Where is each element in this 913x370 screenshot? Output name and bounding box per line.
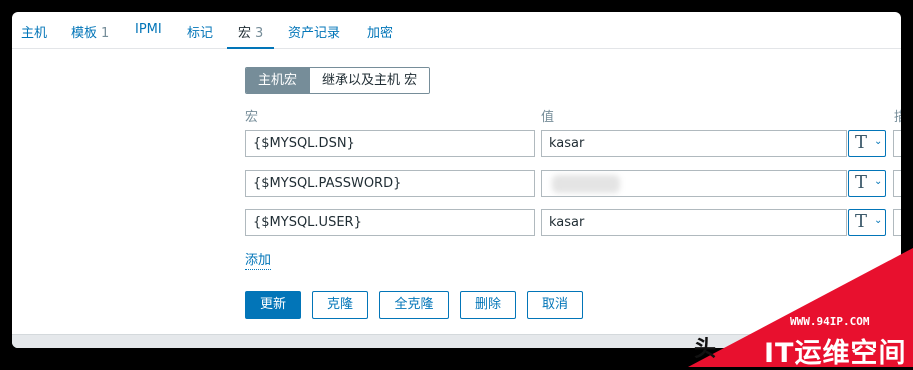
watermark-url: WWW.94IP.COM (790, 315, 870, 328)
watermark-triangle (688, 248, 913, 367)
watermark-text: IT运维空间 (764, 338, 907, 369)
watermark-partial-text: 头 (694, 337, 717, 362)
